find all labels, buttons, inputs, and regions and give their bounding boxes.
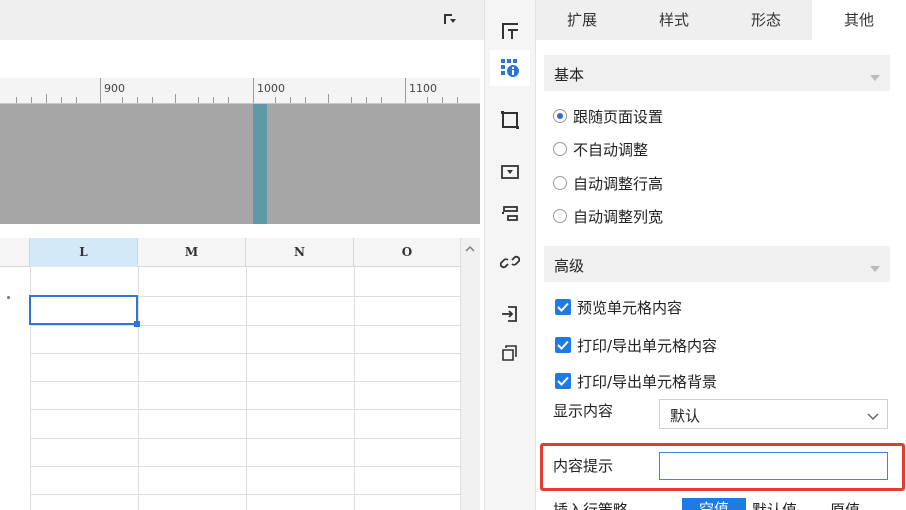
radio-button[interactable] <box>553 142 567 156</box>
radio-auto-row-height[interactable]: 自动调整行高 <box>553 171 663 195</box>
list-icon[interactable] <box>490 196 530 232</box>
canvas-marker <box>253 104 267 224</box>
checkbox-label: 预览单元格内容 <box>577 298 683 317</box>
fill-handle[interactable] <box>134 321 140 327</box>
blank-bar <box>0 40 484 78</box>
column-header-row: L M N O <box>0 238 460 267</box>
segment-original-value[interactable]: 原值 <box>830 499 860 510</box>
radio-label: 自动调整列宽 <box>573 207 664 226</box>
canvas-divider[interactable] <box>0 224 480 238</box>
chevron-down-icon <box>870 260 880 276</box>
tab-bar: 扩展 样式 形态 其他 <box>536 0 906 40</box>
content-hint-input[interactable] <box>659 452 888 480</box>
copy-rotate-icon[interactable] <box>490 334 530 370</box>
segment-default-value[interactable]: 默认值 <box>752 499 797 510</box>
display-content-select[interactable]: 默认 <box>659 399 888 429</box>
grid-layout-icon[interactable] <box>490 13 530 49</box>
column-header[interactable]: L <box>30 238 138 267</box>
radio-no-auto[interactable]: 不自动调整 <box>553 137 648 161</box>
tab-other[interactable]: 其他 <box>812 0 906 40</box>
widget-icon[interactable] <box>490 154 530 190</box>
column-header[interactable]: N <box>246 238 354 267</box>
section-title: 基本 <box>554 66 585 84</box>
radio-label: 跟随页面设置 <box>573 107 664 126</box>
section-advanced-header[interactable]: 高级 <box>544 246 890 282</box>
link-icon[interactable] <box>490 244 530 280</box>
column-header[interactable]: O <box>354 238 460 267</box>
radio-button[interactable] <box>553 209 567 223</box>
radio-follow-page[interactable]: 跟随页面设置 <box>553 104 663 128</box>
cell-attributes-icon[interactable] <box>490 50 530 86</box>
radio-auto-col-width[interactable]: 自动调整列宽 <box>553 204 663 228</box>
radio-label: 自动调整行高 <box>573 174 664 193</box>
check-preview-content[interactable]: 预览单元格内容 <box>555 295 682 319</box>
row-marker <box>7 296 10 299</box>
radio-label: 不自动调整 <box>573 140 649 159</box>
insert-row-strategy-label: 插入行策略 <box>553 501 629 510</box>
checkbox-label: 打印/导出单元格内容 <box>577 336 718 355</box>
select-value: 默认 <box>670 407 701 425</box>
section-basic-header[interactable]: 基本 <box>544 55 890 91</box>
ruler-label: 1100 <box>409 82 437 95</box>
scroll-up-icon[interactable] <box>463 242 477 256</box>
check-print-background[interactable]: 打印/导出单元格背景 <box>555 369 717 393</box>
toolbar-area <box>0 0 484 40</box>
check-print-content[interactable]: 打印/导出单元格内容 <box>555 333 717 357</box>
radio-button[interactable] <box>553 176 567 190</box>
tab-extend[interactable]: 扩展 <box>536 0 628 40</box>
tab-style[interactable]: 样式 <box>628 0 720 40</box>
checkbox-checked-icon[interactable] <box>555 299 571 315</box>
checkbox-checked-icon[interactable] <box>555 337 571 353</box>
checkbox-label: 打印/导出单元格背景 <box>577 372 718 391</box>
tab-form[interactable]: 形态 <box>720 0 812 40</box>
segment-empty-value[interactable]: 空值 <box>682 498 746 510</box>
insert-row-strategy-row: 插入行策略 空值 默认值 原值 <box>536 496 906 510</box>
horizontal-ruler: 900 1000 1100 <box>0 78 480 104</box>
collapse-panel-icon[interactable] <box>442 11 458 27</box>
corner-cell[interactable] <box>0 238 30 267</box>
design-canvas[interactable] <box>0 104 480 224</box>
ruler-label: 900 <box>104 82 125 95</box>
ruler-label: 1000 <box>257 82 285 95</box>
vertical-scrollbar[interactable] <box>460 238 480 510</box>
content-hint-label: 内容提示 <box>553 457 614 475</box>
column-header[interactable]: M <box>138 238 246 267</box>
section-title: 高级 <box>554 257 585 275</box>
import-icon[interactable] <box>490 296 530 332</box>
chevron-down-icon <box>870 69 880 85</box>
selected-cell[interactable] <box>29 295 138 325</box>
chevron-down-icon <box>867 409 879 425</box>
frame-icon[interactable] <box>490 102 530 138</box>
display-content-label: 显示内容 <box>553 402 614 420</box>
radio-button[interactable] <box>553 109 567 123</box>
checkbox-checked-icon[interactable] <box>555 373 571 389</box>
